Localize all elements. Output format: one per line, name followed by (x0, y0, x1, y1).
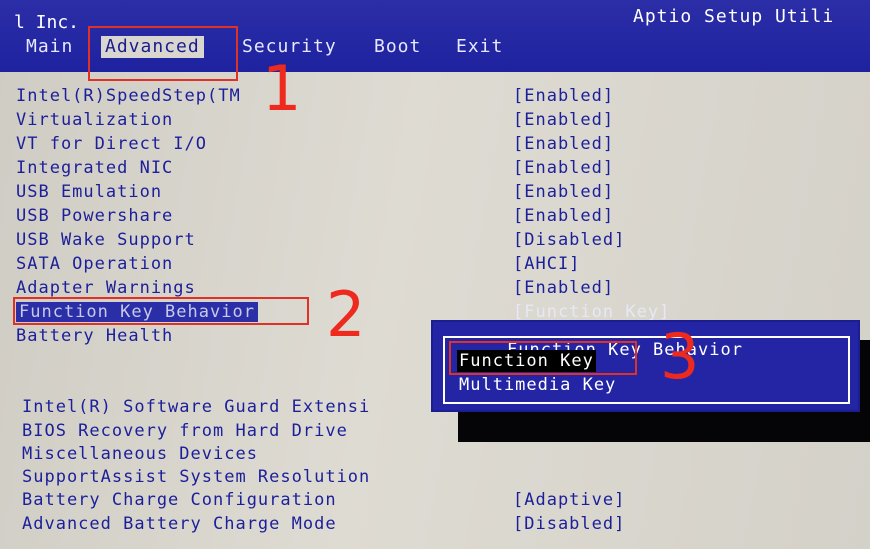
setting-speedstep-label[interactable]: Intel(R)SpeedStep(TM (16, 85, 241, 107)
setting-battery-health-label[interactable]: Battery Health (16, 325, 173, 347)
setting-integrated-nic-label[interactable]: Integrated NIC (16, 157, 173, 179)
tab-exit[interactable]: Exit (452, 36, 507, 58)
setting-usb-wake-value[interactable]: [Disabled] (513, 229, 625, 251)
setting-battery-charge-config-value[interactable]: [Adaptive] (513, 489, 625, 511)
setting-virtualization-label[interactable]: Virtualization (16, 109, 173, 131)
bios-title: Aptio Setup Utili (633, 6, 835, 27)
setting-sgx-label[interactable]: Intel(R) Software Guard Extensi (22, 396, 370, 418)
setting-vt-direct-io-label[interactable]: VT for Direct I/O (16, 133, 207, 155)
setting-speedstep-value[interactable]: [Enabled] (513, 85, 614, 107)
setting-advanced-battery-charge-label[interactable]: Advanced Battery Charge Mode (22, 513, 337, 535)
bios-screen: l Inc. Aptio Setup Utili Main Advanced S… (0, 0, 870, 549)
setting-usb-powershare-label[interactable]: USB Powershare (16, 205, 173, 227)
popup-shadow-bottom (458, 412, 870, 442)
annotation-box-advanced-tab (88, 26, 238, 81)
setting-bios-recovery-label[interactable]: BIOS Recovery from Hard Drive (22, 420, 348, 442)
setting-adapter-warnings-label[interactable]: Adapter Warnings (16, 277, 196, 299)
annotation-step-3: 3 (660, 320, 700, 393)
tab-boot[interactable]: Boot (370, 36, 425, 58)
option-multimedia-key[interactable]: Multimedia Key (459, 374, 616, 396)
setting-misc-devices-label[interactable]: Miscellaneous Devices (22, 443, 258, 465)
annotation-box-function-key-behavior (13, 297, 309, 325)
setting-usb-wake-label[interactable]: USB Wake Support (16, 229, 196, 251)
setting-vt-direct-io-value[interactable]: [Enabled] (513, 133, 614, 155)
setting-supportassist-label[interactable]: SupportAssist System Resolution (22, 466, 370, 488)
setting-sata-operation-value[interactable]: [AHCI] (513, 253, 580, 275)
setting-adapter-warnings-value[interactable]: [Enabled] (513, 277, 614, 299)
setting-integrated-nic-value[interactable]: [Enabled] (513, 157, 614, 179)
setting-sata-operation-label[interactable]: SATA Operation (16, 253, 173, 275)
vendor-name: l Inc. (14, 12, 80, 33)
tab-main[interactable]: Main (22, 36, 77, 58)
setting-virtualization-value[interactable]: [Enabled] (513, 109, 614, 131)
annotation-step-2: 2 (326, 278, 366, 351)
annotation-step-1: 1 (262, 52, 302, 125)
setting-usb-emulation-label[interactable]: USB Emulation (16, 181, 162, 203)
annotation-box-function-key-option (449, 341, 637, 375)
setting-battery-charge-config-label[interactable]: Battery Charge Configuration (22, 489, 337, 511)
setting-usb-powershare-value[interactable]: [Enabled] (513, 205, 614, 227)
setting-usb-emulation-value[interactable]: [Enabled] (513, 181, 614, 203)
setting-advanced-battery-charge-value[interactable]: [Disabled] (513, 513, 625, 535)
